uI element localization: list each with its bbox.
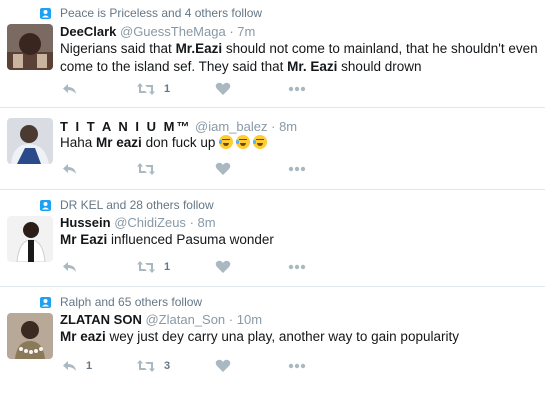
reply-arrow-icon xyxy=(63,361,76,371)
timestamp[interactable]: · 8m xyxy=(271,119,297,134)
tweet-header: DeeClark @GuessTheMaga · 7m xyxy=(60,24,255,39)
tweet-text: Mr Eazi influenced Pasuma wonder xyxy=(60,231,540,249)
follow-context-text: Ralph and 65 others follow xyxy=(60,295,203,309)
reply-arrow-icon xyxy=(63,164,76,174)
text-highlight: Mr eazi xyxy=(96,135,142,150)
follow-context-text: DR KEL and 28 others follow xyxy=(60,198,214,212)
retweet-icon xyxy=(137,360,155,372)
reply-button[interactable] xyxy=(62,82,78,96)
text-part: Haha xyxy=(60,135,97,150)
tears-of-joy-emoji xyxy=(236,135,251,149)
text-part: should drown xyxy=(337,59,422,74)
tears-of-joy-emoji xyxy=(253,135,268,149)
follow-person-icon xyxy=(40,7,51,19)
retweet-count: 1 xyxy=(164,83,171,95)
heart-icon xyxy=(215,359,231,372)
reply-arrow-icon xyxy=(63,84,76,94)
more-button[interactable] xyxy=(288,359,306,373)
heart-icon xyxy=(215,260,231,273)
avatar[interactable] xyxy=(7,216,53,262)
tears-of-joy-emoji xyxy=(219,135,234,149)
text-part: don fuck up xyxy=(141,135,220,150)
tweet-item[interactable]: DR KEL and 28 others follow Hussein @Chi… xyxy=(0,190,545,285)
text-highlight: Mr eazi xyxy=(60,329,106,344)
reply-button[interactable]: 1 xyxy=(62,359,92,373)
avatar[interactable] xyxy=(7,313,53,359)
text-part: wey just dey carry una play, another way… xyxy=(105,329,459,344)
more-button[interactable] xyxy=(288,82,306,96)
retweet-icon xyxy=(137,163,155,175)
like-button[interactable] xyxy=(215,260,231,274)
tweet-item[interactable]: Peace is Priceless and 4 others follow D… xyxy=(0,0,545,104)
retweet-button[interactable]: 3 xyxy=(136,359,170,373)
tweet-item[interactable]: T I T A N I U M™ @iam_balez · 8m Haha Mr… xyxy=(0,108,545,188)
text-part: Nigerians said that xyxy=(60,41,176,56)
follow-context-text: Peace is Priceless and 4 others follow xyxy=(60,6,263,20)
like-button[interactable] xyxy=(215,82,231,96)
more-dots-icon xyxy=(288,363,306,369)
tweet-text: Mr eazi wey just dey carry una play, ano… xyxy=(60,328,540,346)
more-dots-icon xyxy=(288,166,306,172)
retweet-count: 1 xyxy=(164,261,171,273)
text-highlight: Mr.Eazi xyxy=(175,41,223,56)
heart-icon xyxy=(215,162,231,175)
heart-icon xyxy=(215,82,231,95)
display-name[interactable]: Hussein xyxy=(60,215,111,230)
more-button[interactable] xyxy=(288,260,306,274)
avatar[interactable] xyxy=(7,24,53,70)
user-handle[interactable]: @iam_balez xyxy=(195,119,267,134)
timestamp[interactable]: · 10m xyxy=(229,312,262,327)
reply-count: 1 xyxy=(86,360,93,372)
tweet-header: T I T A N I U M™ @iam_balez · 8m xyxy=(60,119,297,134)
follow-context: Ralph and 65 others follow xyxy=(40,295,202,309)
tweet-text: Haha Mr eazi don fuck up xyxy=(60,134,540,152)
retweet-button[interactable]: 1 xyxy=(136,260,170,274)
follow-context: DR KEL and 28 others follow xyxy=(40,198,214,212)
text-part: influenced Pasuma wonder xyxy=(107,232,274,247)
more-dots-icon xyxy=(288,86,306,92)
follow-person-icon xyxy=(40,199,51,211)
text-highlight: Mr Eazi xyxy=(60,232,108,247)
display-name[interactable]: T I T A N I U M™ xyxy=(60,119,191,134)
text-highlight: Mr. Eazi xyxy=(287,59,338,74)
follow-person-icon xyxy=(40,296,51,308)
timestamp[interactable]: · 8m xyxy=(190,215,216,230)
tweet-item[interactable]: Ralph and 65 others follow ZLATAN SON @Z… xyxy=(0,287,545,416)
timestamp[interactable]: · 7m xyxy=(229,24,255,39)
reply-arrow-icon xyxy=(63,262,76,272)
retweet-icon xyxy=(137,261,155,273)
retweet-button[interactable]: 1 xyxy=(136,82,170,96)
more-button[interactable] xyxy=(288,162,306,176)
reply-button[interactable] xyxy=(62,260,78,274)
avatar[interactable] xyxy=(7,118,53,164)
more-dots-icon xyxy=(288,264,306,270)
user-handle[interactable]: @GuessTheMaga xyxy=(120,24,226,39)
user-handle[interactable]: @Zlatan_Son xyxy=(145,312,225,327)
like-button[interactable] xyxy=(215,162,231,176)
tweet-text: Nigerians said that Mr.Eazi should not c… xyxy=(60,40,540,76)
tweet-header: Hussein @ChidiZeus · 8m xyxy=(60,215,216,230)
retweet-count: 3 xyxy=(164,360,171,372)
retweet-icon xyxy=(137,83,155,95)
retweet-button[interactable] xyxy=(136,162,164,176)
display-name[interactable]: DeeClark xyxy=(60,24,116,39)
user-handle[interactable]: @ChidiZeus xyxy=(114,215,186,230)
display-name[interactable]: ZLATAN SON xyxy=(60,312,142,327)
like-button[interactable] xyxy=(215,359,231,373)
tweet-header: ZLATAN SON @Zlatan_Son · 10m xyxy=(60,312,262,327)
reply-button[interactable] xyxy=(62,162,78,176)
follow-context: Peace is Priceless and 4 others follow xyxy=(40,6,262,20)
